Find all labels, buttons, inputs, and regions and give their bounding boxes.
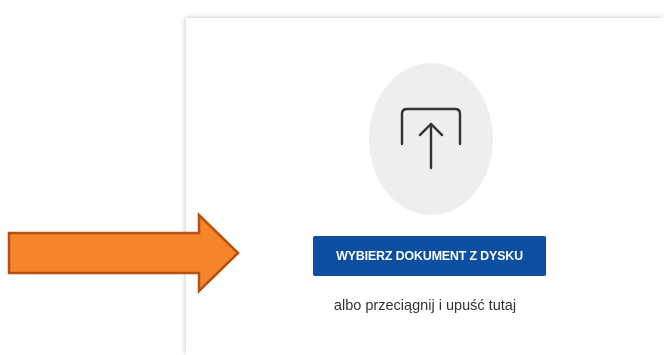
upload-dropzone[interactable]: WYBIERZ DOKUMENT Z DYSKU albo przeciągni…	[186, 18, 664, 355]
upload-icon-circle[interactable]	[369, 63, 493, 215]
upload-arrow-icon	[400, 107, 462, 170]
page: WYBIERZ DOKUMENT Z DYSKU albo przeciągni…	[0, 0, 664, 355]
orange-arrow-icon	[7, 212, 240, 294]
drop-hint-text: albo przeciągnij i upuść tutaj	[333, 298, 517, 314]
choose-file-button[interactable]: WYBIERZ DOKUMENT Z DYSKU	[313, 236, 546, 276]
